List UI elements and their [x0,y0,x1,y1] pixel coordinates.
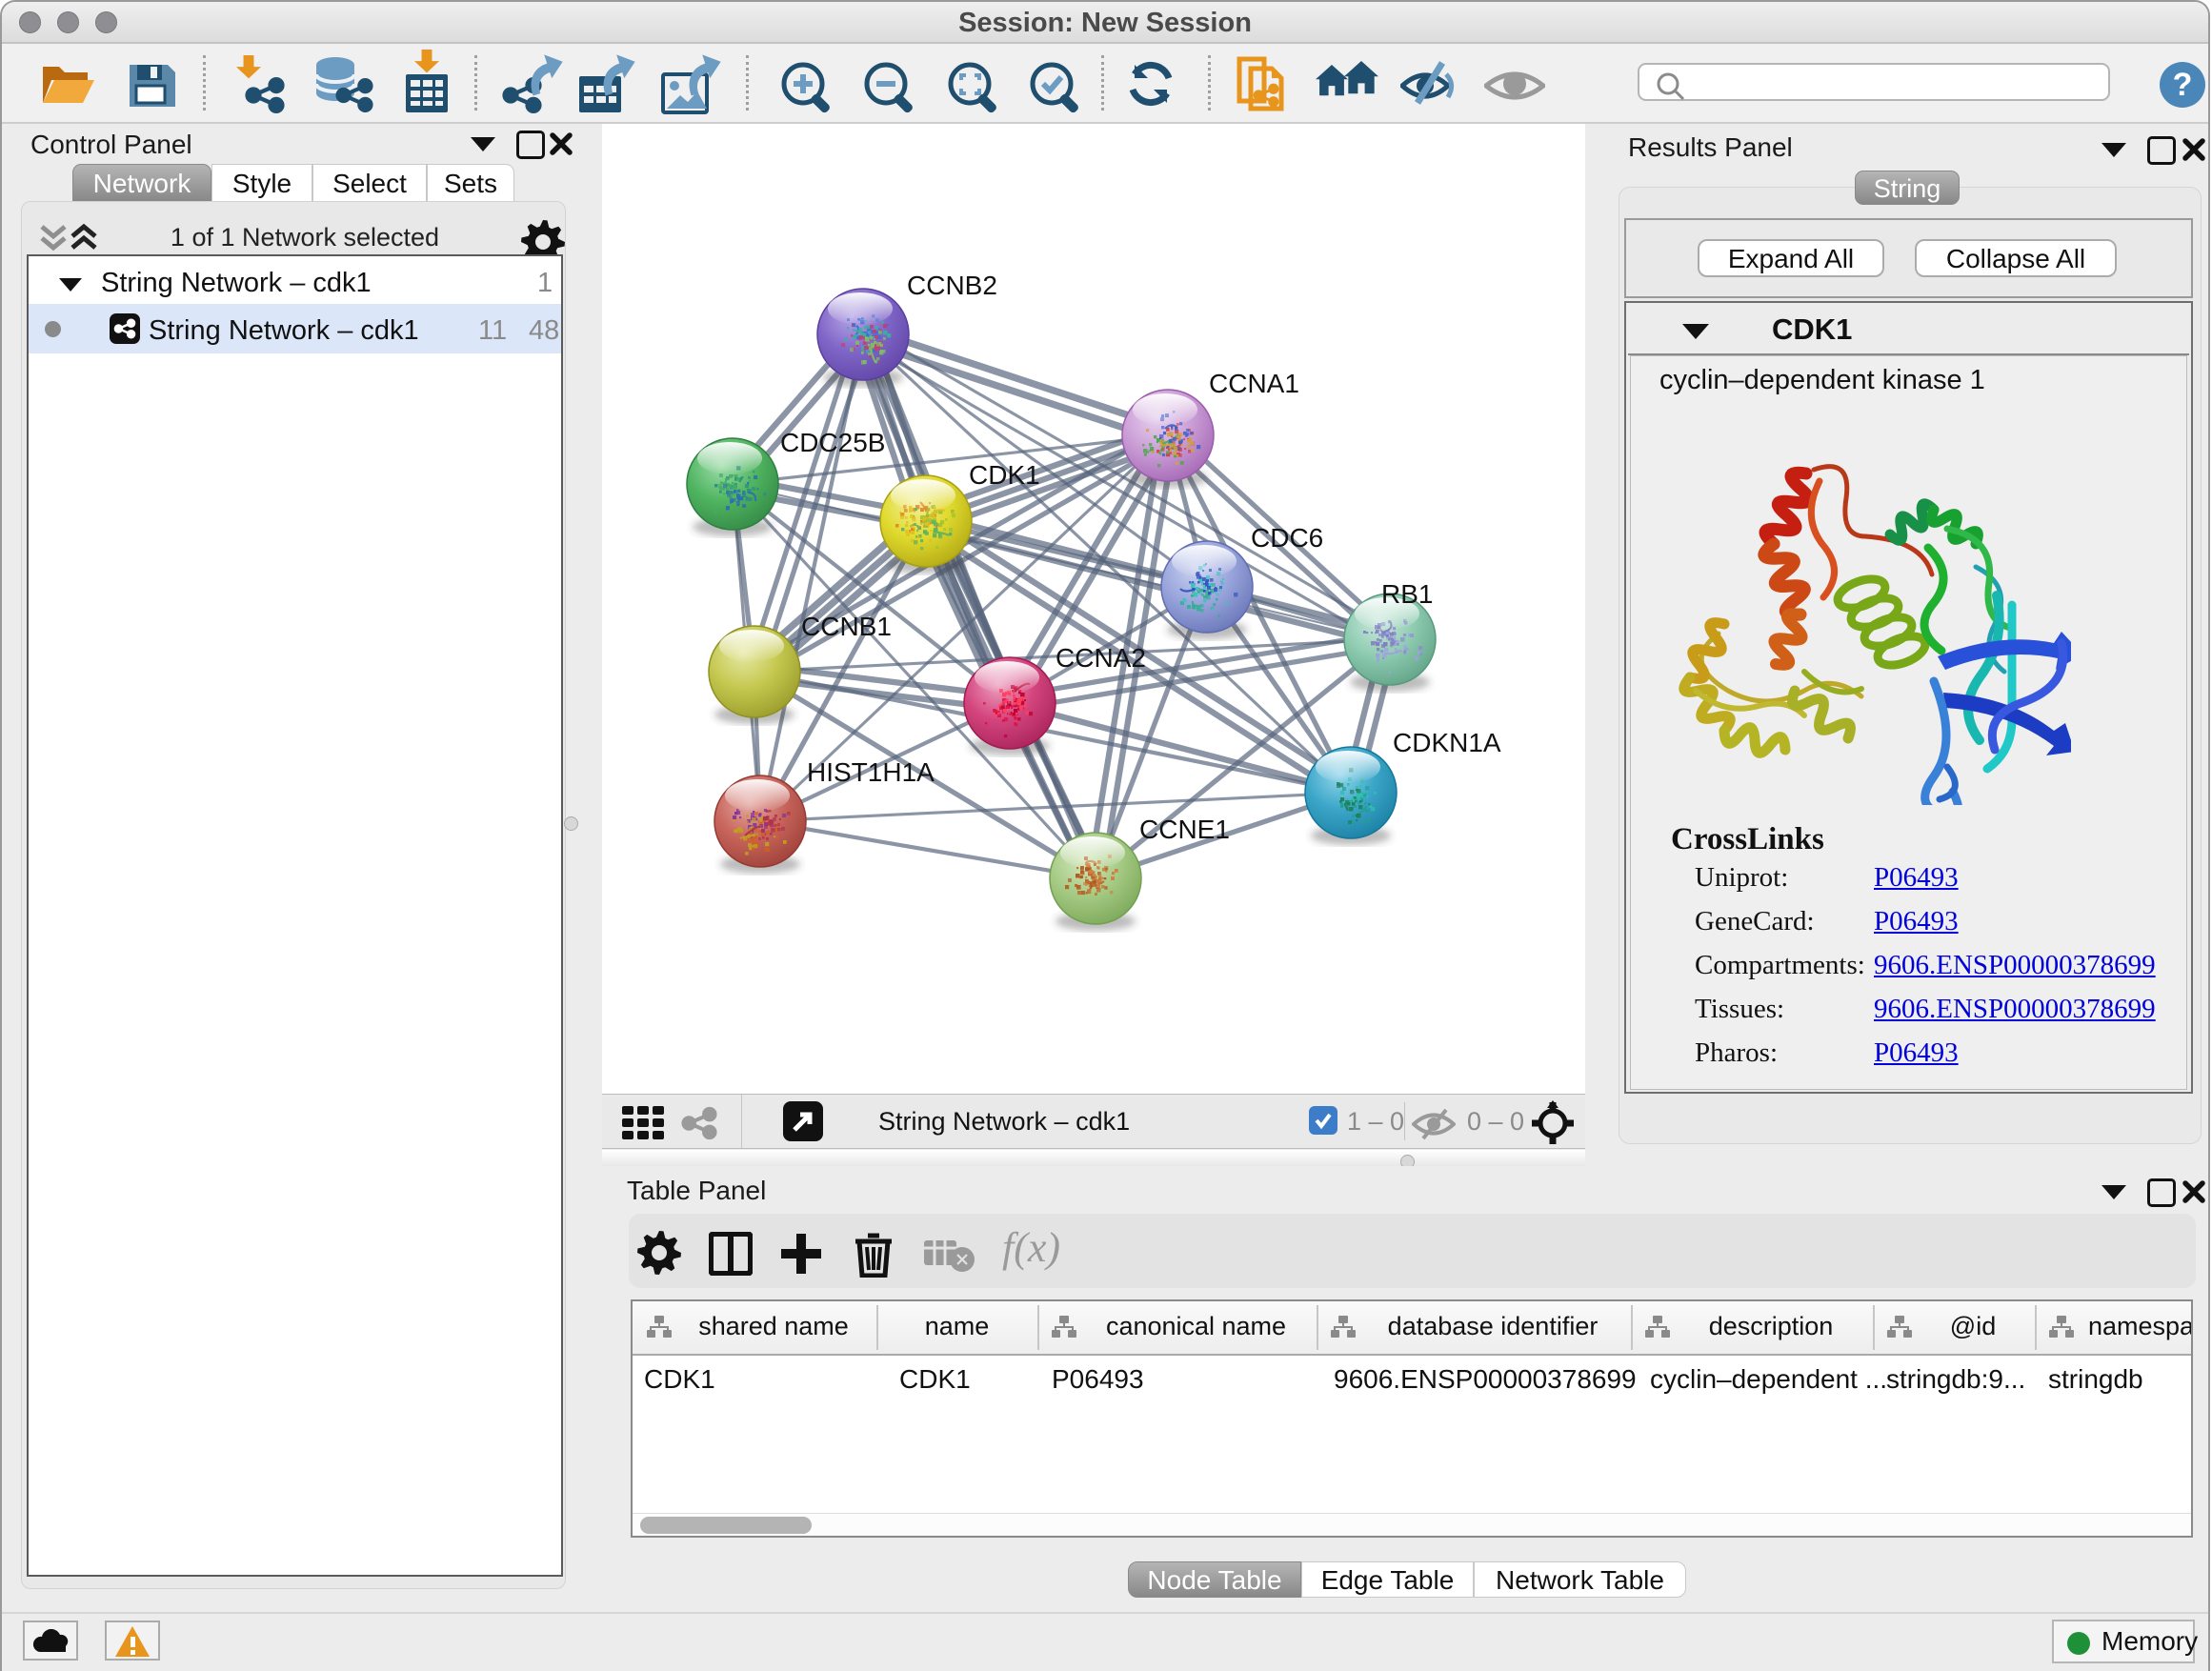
svg-text:CDK1: CDK1 [969,460,1040,490]
svg-text:CCNA1: CCNA1 [1209,369,1299,398]
svg-text:CCNB2: CCNB2 [907,271,997,300]
svg-text:HIST1H1A: HIST1H1A [807,757,935,787]
svg-text:CCNA2: CCNA2 [1056,643,1146,673]
svg-text:?: ? [2173,67,2193,103]
svg-text:CDC25B: CDC25B [780,428,885,457]
svg-text:CCNB1: CCNB1 [801,612,892,641]
svg-text:RB1: RB1 [1381,579,1433,609]
svg-text:CDC6: CDC6 [1251,523,1323,553]
svg-text:CCNE1: CCNE1 [1139,815,1230,844]
svg-text:CDKN1A: CDKN1A [1393,728,1501,757]
